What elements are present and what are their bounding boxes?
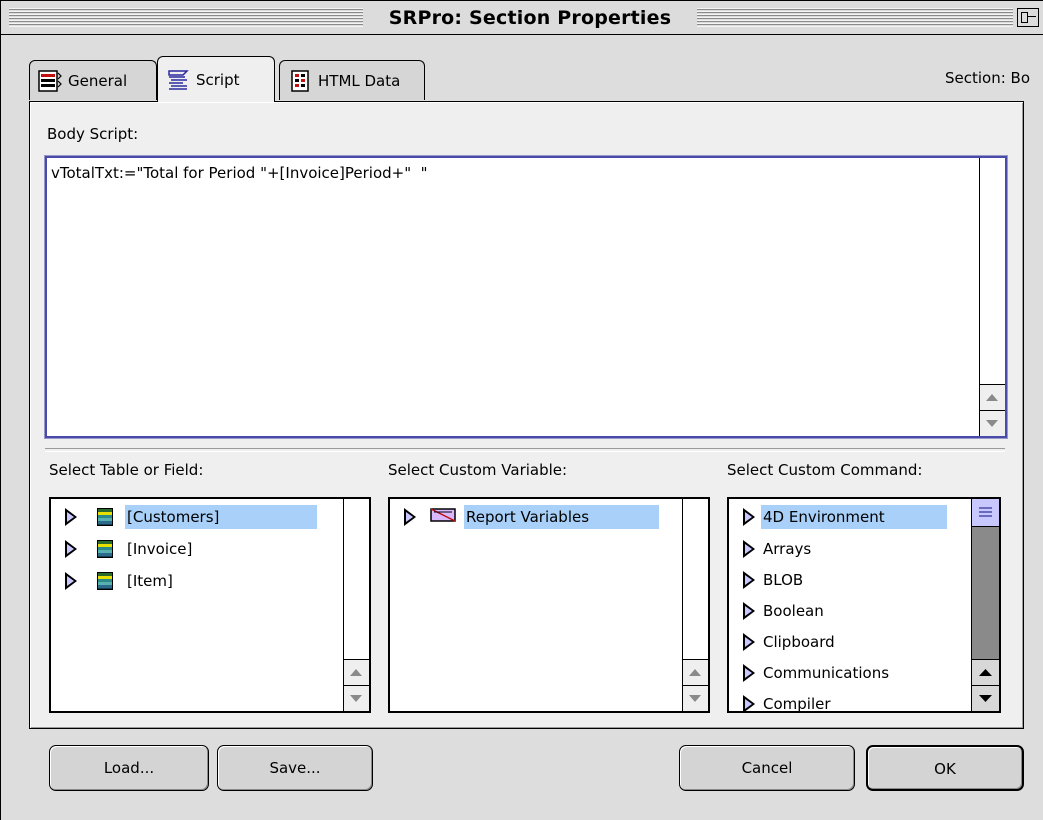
custom-command-label: Select Custom Command:	[727, 461, 923, 479]
list-item[interactable]: 4D Environment	[743, 503, 947, 531]
list-item-label: Report Variables	[464, 505, 660, 529]
disclosure-triangle-icon[interactable]	[743, 571, 757, 589]
disclosure-triangle-icon[interactable]	[743, 695, 757, 711]
collapse-box-icon[interactable]	[1017, 8, 1039, 27]
disclosure-triangle-icon[interactable]	[65, 572, 79, 590]
scroll-up-icon[interactable]	[344, 659, 369, 685]
tab-script[interactable]: Script	[157, 56, 275, 102]
custom-variable-label: Select Custom Variable:	[388, 461, 568, 479]
body-script-text[interactable]: vTotalTxt:="Total for Period "+[Invoice]…	[51, 164, 428, 182]
list-item[interactable]: Arrays	[743, 535, 813, 563]
list-item[interactable]: Boolean	[743, 597, 826, 625]
section-label: Section: Bo	[945, 69, 1031, 87]
window-title: SRPro: Section Properties	[365, 5, 695, 31]
title-bar-stripes-right	[697, 8, 1013, 27]
list-item-label: BLOB	[763, 571, 804, 589]
list-item[interactable]: Compiler	[743, 690, 833, 713]
list-item[interactable]: Clipboard	[743, 628, 837, 656]
scroll-up-icon[interactable]	[980, 384, 1005, 410]
list-item[interactable]: [Customers]	[65, 503, 318, 531]
custom-command-scrollbar[interactable]	[971, 499, 999, 711]
list-item-label: [Customers]	[125, 505, 318, 529]
disclosure-triangle-icon[interactable]	[743, 508, 757, 526]
title-bar[interactable]: SRPro: Section Properties	[1, 1, 1043, 35]
script-scrollbar[interactable]	[979, 158, 1005, 436]
scroll-up-icon[interactable]	[683, 659, 708, 685]
load-button[interactable]: Load...	[49, 745, 209, 791]
disclosure-triangle-icon[interactable]	[65, 540, 79, 558]
disclosure-triangle-icon[interactable]	[743, 664, 757, 682]
body-script-label: Body Script:	[47, 125, 139, 143]
scroll-down-icon[interactable]	[683, 685, 708, 711]
scroll-down-icon[interactable]	[972, 685, 999, 711]
table-field-label: Select Table or Field:	[49, 461, 204, 479]
list-item[interactable]: [Invoice]	[65, 535, 194, 563]
disclosure-triangle-icon[interactable]	[743, 540, 757, 558]
list-item[interactable]: BLOB	[743, 566, 805, 594]
tab-html-data-label: HTML Data	[318, 71, 401, 90]
list-item[interactable]: [Item]	[65, 567, 175, 595]
table-field-list[interactable]: [Customers] [Invoice] [Item]	[49, 497, 371, 713]
tab-script-label: Script	[196, 70, 240, 89]
ok-button[interactable]: OK	[866, 745, 1024, 791]
table-icon	[97, 572, 113, 590]
custom-variable-scrollbar[interactable]	[682, 499, 708, 711]
list-item-label: [Item]	[127, 572, 173, 590]
list-item[interactable]: Report Variables	[404, 503, 660, 531]
list-item-label: [Invoice]	[127, 540, 193, 558]
table-icon	[97, 508, 113, 526]
custom-variable-list[interactable]: Report Variables	[388, 497, 710, 713]
scroll-thumb[interactable]	[972, 499, 999, 527]
list-item-label: Arrays	[763, 540, 812, 558]
disclosure-triangle-icon[interactable]	[743, 633, 757, 651]
table-field-scrollbar[interactable]	[343, 499, 369, 711]
tab-general-label: General	[68, 71, 128, 90]
list-item-label: Compiler	[763, 695, 831, 713]
html-data-icon	[288, 69, 312, 93]
custom-command-list[interactable]: 4D Environment Arrays BLOB Boolean Clipb…	[727, 497, 1001, 713]
list-item-label: Communications	[763, 664, 890, 682]
tab-general[interactable]: General	[29, 60, 157, 100]
save-button[interactable]: Save...	[217, 745, 373, 791]
scroll-down-icon[interactable]	[344, 685, 369, 711]
scroll-up-icon[interactable]	[972, 659, 999, 685]
table-icon	[97, 540, 113, 558]
list-item-label: Clipboard	[763, 633, 835, 651]
list-item-label: Boolean	[763, 602, 824, 620]
script-icon	[166, 68, 190, 92]
dialog-window: SRPro: Section Properties General Script	[0, 0, 1043, 820]
list-item-label: 4D Environment	[761, 505, 947, 529]
general-icon	[38, 69, 62, 93]
title-bar-stripes-left	[9, 8, 363, 27]
list-item[interactable]: Communications	[743, 659, 891, 687]
cancel-button[interactable]: Cancel	[679, 745, 855, 791]
disclosure-triangle-icon[interactable]	[743, 602, 757, 620]
tab-html-data[interactable]: HTML Data	[279, 60, 425, 100]
scroll-down-icon[interactable]	[980, 410, 1005, 436]
divider	[45, 448, 1005, 452]
disclosure-triangle-icon[interactable]	[404, 508, 418, 526]
disclosure-triangle-icon[interactable]	[65, 508, 79, 526]
body-script-editor[interactable]: vTotalTxt:="Total for Period "+[Invoice]…	[45, 156, 1007, 438]
variable-icon	[430, 508, 456, 526]
